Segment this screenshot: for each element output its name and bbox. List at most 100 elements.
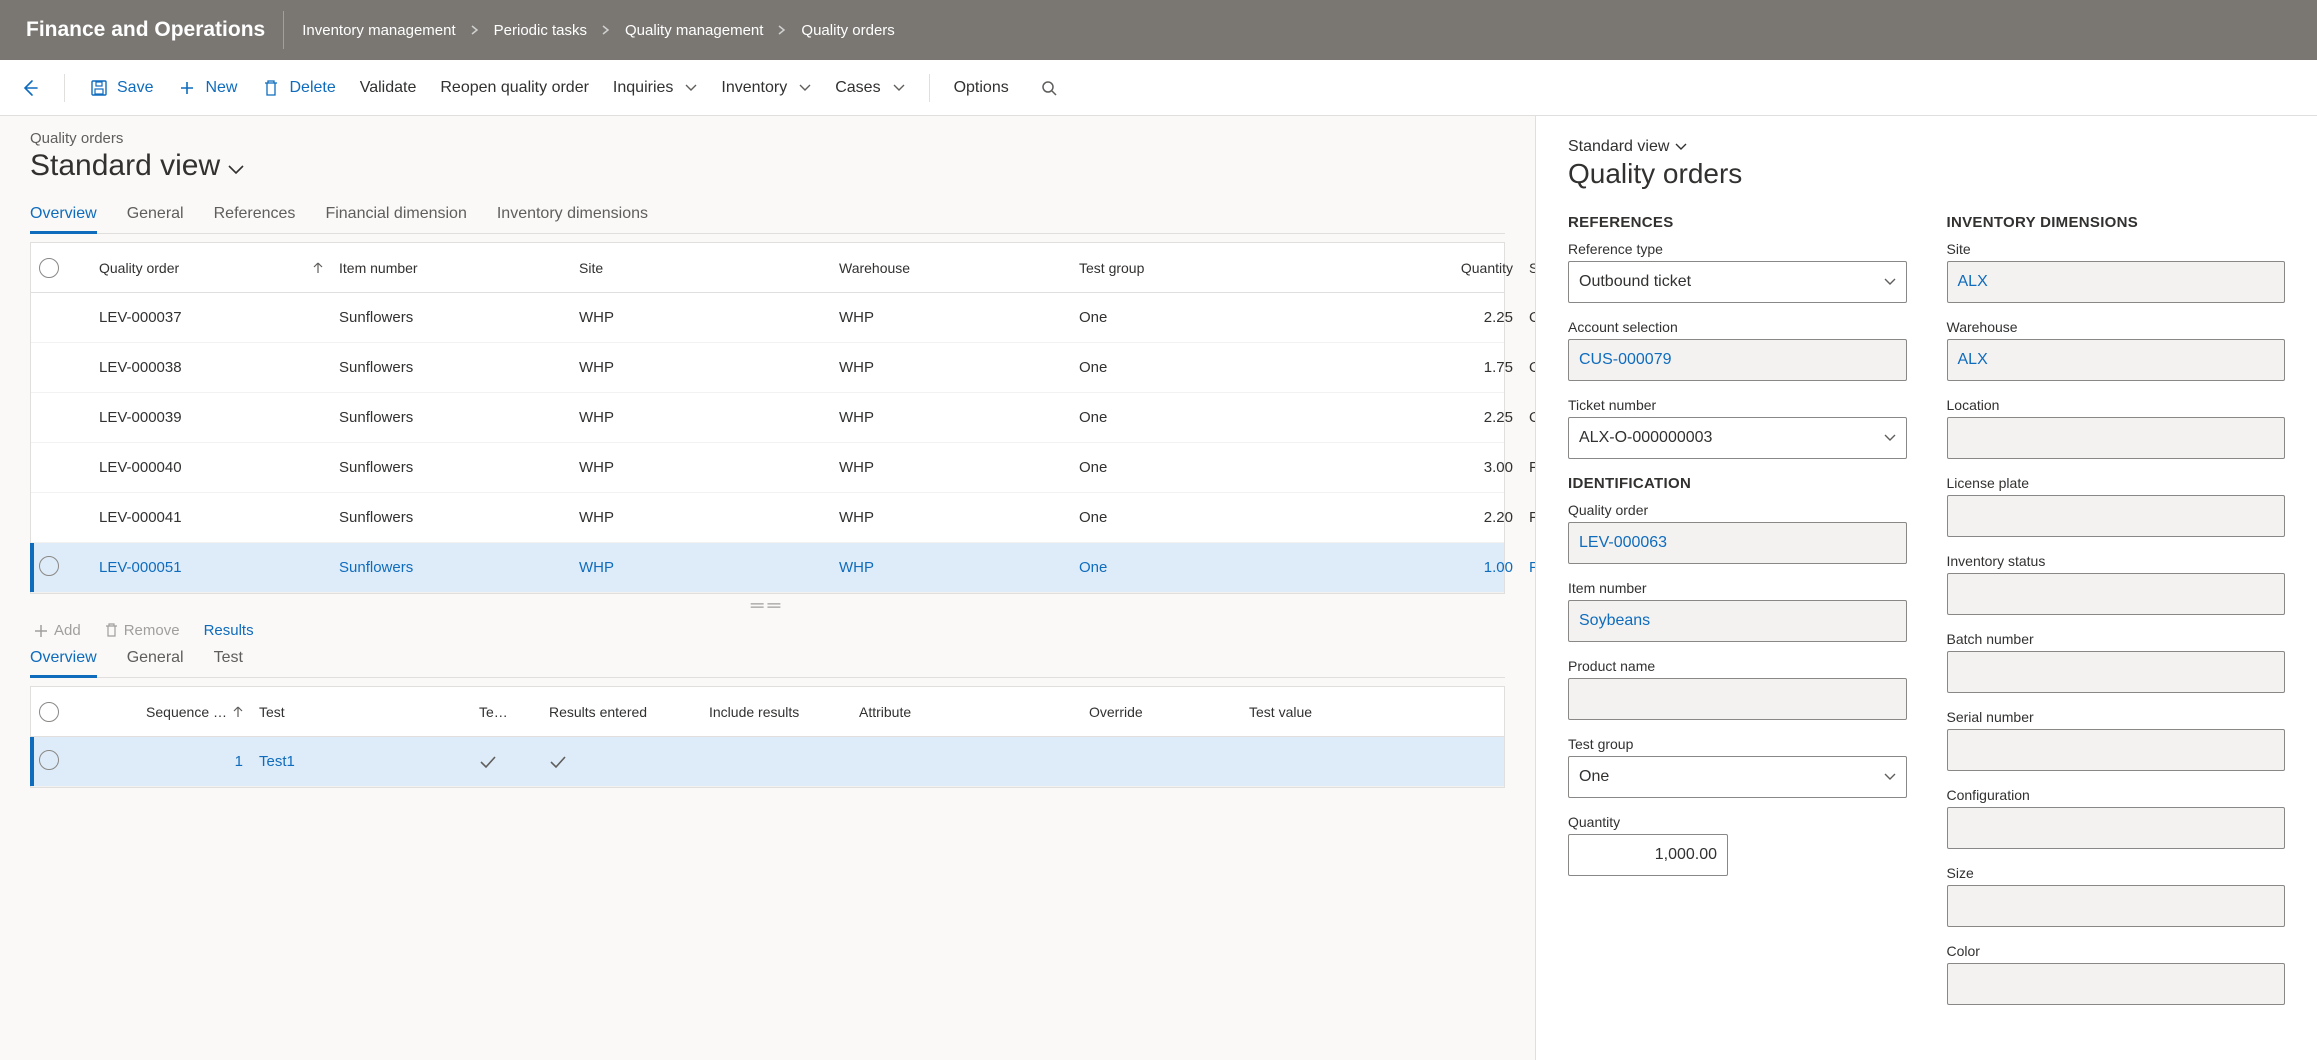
site-input[interactable]: ALX: [1947, 261, 2286, 303]
location-input[interactable]: [1947, 417, 2286, 459]
batch-number-input[interactable]: [1947, 651, 2286, 693]
cell-test-group: One: [1071, 359, 1371, 376]
field-label: Ticket number: [1568, 397, 1907, 413]
reference-type-select[interactable]: Outbound ticket: [1568, 261, 1907, 303]
detail-view-selector[interactable]: Standard view: [1568, 138, 2285, 156]
cell-quantity: 1.00: [1371, 559, 1521, 576]
col-test-group[interactable]: Test group: [1071, 260, 1371, 276]
lines-toolbar: Add Remove Results: [34, 622, 1505, 639]
cell-test-group: One: [1071, 509, 1371, 526]
ticket-number-select[interactable]: ALX-O-000000003: [1568, 417, 1907, 459]
col-quantity[interactable]: Quantity: [1371, 260, 1521, 276]
field-label: License plate: [1947, 475, 2286, 491]
test-group-select[interactable]: One: [1568, 756, 1907, 798]
col-sequence[interactable]: Sequence …: [91, 704, 251, 720]
size-input[interactable]: [1947, 885, 2286, 927]
inquiries-menu[interactable]: Inquiries: [613, 79, 697, 97]
cell-warehouse: WHP: [831, 459, 1071, 476]
col-warehouse[interactable]: Warehouse: [831, 260, 1071, 276]
table-row[interactable]: LEV-000040SunflowersWHPWHPOne3.00Pass: [31, 443, 1504, 493]
new-button[interactable]: New: [177, 78, 237, 98]
reopen-button[interactable]: Reopen quality order: [440, 79, 589, 97]
add-label: Add: [54, 622, 81, 639]
col-quality-order[interactable]: Quality order: [91, 260, 331, 276]
warehouse-input[interactable]: ALX: [1947, 339, 2286, 381]
col-test-value[interactable]: Test value: [1241, 704, 1461, 720]
select-all[interactable]: [31, 702, 91, 722]
inventory-menu[interactable]: Inventory: [721, 79, 811, 97]
tab-general[interactable]: General: [127, 197, 184, 233]
row-selector[interactable]: [31, 750, 91, 774]
field-warehouse: Warehouse ALX: [1947, 319, 2286, 381]
back-button[interactable]: [20, 78, 40, 98]
chevron-down-icon: [799, 84, 811, 92]
tab-lines-general[interactable]: General: [127, 641, 184, 677]
table-row[interactable]: LEV-000041SunflowersWHPWHPOne2.20Pass: [31, 493, 1504, 543]
field-label: Product name: [1568, 658, 1907, 674]
save-button[interactable]: Save: [89, 78, 153, 98]
row-selector[interactable]: [31, 556, 91, 580]
validate-button[interactable]: Validate: [360, 79, 417, 97]
breadcrumb-item[interactable]: Quality management: [625, 22, 763, 39]
search-button[interactable]: [1039, 78, 1059, 98]
inventory-status-input[interactable]: [1947, 573, 2286, 615]
tab-lines-test[interactable]: Test: [214, 641, 243, 677]
field-item-number: Item number Soybeans: [1568, 580, 1907, 642]
col-results-entered[interactable]: Results entered: [541, 704, 701, 720]
field-value: One: [1579, 768, 1609, 786]
tab-overview[interactable]: Overview: [30, 197, 97, 233]
color-input[interactable]: [1947, 963, 2286, 1005]
col-test[interactable]: Test: [251, 704, 471, 720]
breadcrumb-item[interactable]: Inventory management: [302, 22, 455, 39]
breadcrumb-item[interactable]: Periodic tasks: [494, 22, 587, 39]
grid-splitter[interactable]: ══: [30, 594, 1505, 616]
cell-site: WHP: [571, 309, 831, 326]
serial-number-input[interactable]: [1947, 729, 2286, 771]
configuration-input[interactable]: [1947, 807, 2286, 849]
table-row[interactable]: 1Test1: [31, 737, 1504, 787]
detail-pane: Standard view Quality orders REFERENCES …: [1535, 116, 2317, 1060]
tab-inventory-dimensions[interactable]: Inventory dimensions: [497, 197, 648, 233]
save-icon: [89, 78, 109, 98]
account-selection-input[interactable]: CUS-000079: [1568, 339, 1907, 381]
cases-menu[interactable]: Cases: [835, 79, 904, 97]
results-button[interactable]: Results: [204, 622, 254, 639]
field-label: Warehouse: [1947, 319, 2286, 335]
breadcrumb-item[interactable]: Quality orders: [801, 22, 894, 39]
cell-warehouse: WHP: [831, 359, 1071, 376]
item-number-input[interactable]: Soybeans: [1568, 600, 1907, 642]
col-site[interactable]: Site: [571, 260, 831, 276]
page-title-row[interactable]: Standard view: [30, 149, 1505, 183]
field-label: Configuration: [1947, 787, 2286, 803]
remove-line-button[interactable]: Remove: [105, 622, 180, 639]
tab-lines-overview[interactable]: Overview: [30, 641, 97, 677]
options-button[interactable]: Options: [954, 79, 1009, 97]
detail-col-right: INVENTORY DIMENSIONS Site ALX Warehouse …: [1947, 206, 2286, 1021]
col-override[interactable]: Override: [1081, 704, 1241, 720]
col-te[interactable]: Te…: [471, 704, 541, 720]
field-reference-type: Reference type Outbound ticket: [1568, 241, 1907, 303]
col-attribute[interactable]: Attribute: [851, 704, 1081, 720]
table-row[interactable]: LEV-000039SunflowersWHPWHPOne2.25Open: [31, 393, 1504, 443]
quality-order-input[interactable]: LEV-000063: [1568, 522, 1907, 564]
cell-status: Open: [1521, 409, 1535, 426]
product-name-input[interactable]: [1568, 678, 1907, 720]
inventory-label: Inventory: [721, 79, 787, 97]
cell-test[interactable]: Test1: [251, 753, 471, 770]
quantity-input[interactable]: 1,000.00: [1568, 834, 1728, 876]
delete-button[interactable]: Delete: [261, 78, 335, 98]
field-value: CUS-000079: [1579, 351, 1672, 369]
tab-references[interactable]: References: [214, 197, 296, 233]
col-include-results[interactable]: Include results: [701, 704, 851, 720]
table-row[interactable]: LEV-000038SunflowersWHPWHPOne1.75Open: [31, 343, 1504, 393]
field-batch-number: Batch number: [1947, 631, 2286, 693]
tab-financial-dimension[interactable]: Financial dimension: [325, 197, 466, 233]
col-item-number[interactable]: Item number: [331, 260, 571, 276]
table-row[interactable]: LEV-000037SunflowersWHPWHPOne2.25Open: [31, 293, 1504, 343]
license-plate-input[interactable]: [1947, 495, 2286, 537]
select-all[interactable]: [31, 258, 91, 278]
col-status[interactable]: Status: [1521, 260, 1535, 276]
table-row[interactable]: LEV-000051SunflowersWHPWHPOne1.00Pass: [31, 543, 1504, 593]
col-label: Quality order: [99, 260, 179, 276]
add-line-button[interactable]: Add: [34, 622, 81, 639]
